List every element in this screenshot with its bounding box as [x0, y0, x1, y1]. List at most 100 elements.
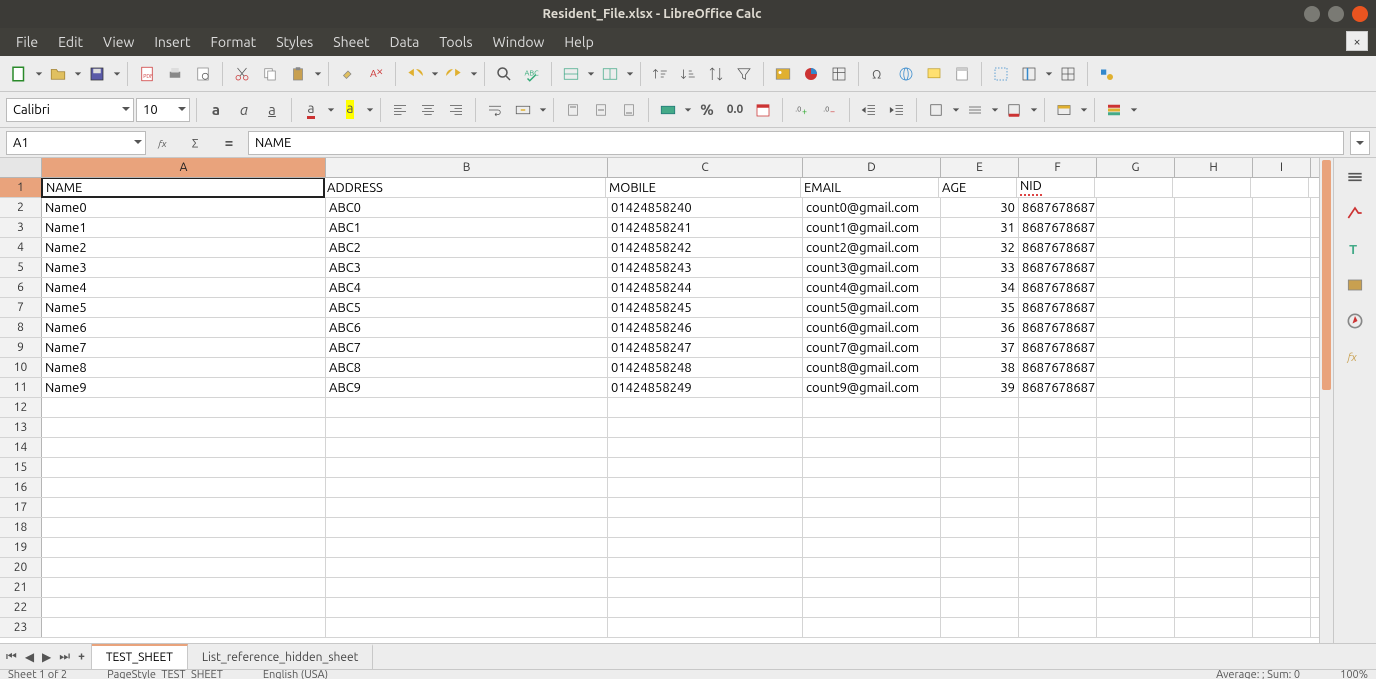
- cell[interactable]: [1253, 438, 1311, 457]
- align-left-button[interactable]: [387, 97, 413, 123]
- cell[interactable]: [803, 598, 941, 617]
- cell[interactable]: [1019, 398, 1097, 417]
- print-button[interactable]: [162, 61, 188, 87]
- cell[interactable]: 35: [941, 298, 1019, 317]
- cell[interactable]: 01424858242: [608, 238, 803, 257]
- align-right-button[interactable]: [443, 97, 469, 123]
- cell[interactable]: [1175, 238, 1253, 257]
- cell[interactable]: [1175, 618, 1253, 637]
- document-close-button[interactable]: ×: [1346, 31, 1368, 51]
- row-header[interactable]: 20: [0, 558, 42, 577]
- cell[interactable]: 86876786876878: [1019, 358, 1097, 377]
- number-button[interactable]: 0.0: [722, 97, 748, 123]
- open-dropdown[interactable]: [73, 70, 82, 78]
- cell[interactable]: [1097, 278, 1175, 297]
- cell[interactable]: [1019, 558, 1097, 577]
- cell[interactable]: 86876786876875: [1019, 298, 1097, 317]
- cell[interactable]: 01424858249: [608, 378, 803, 397]
- open-button[interactable]: [45, 61, 71, 87]
- cell[interactable]: [1253, 498, 1311, 517]
- special-char-button[interactable]: Ω: [865, 61, 891, 87]
- cell[interactable]: [1095, 178, 1173, 197]
- merge-dropdown[interactable]: [538, 106, 547, 114]
- cell[interactable]: ABC8: [326, 358, 608, 377]
- sort-button[interactable]: [703, 61, 729, 87]
- border-style-button[interactable]: [962, 97, 988, 123]
- column-header-F[interactable]: F: [1019, 158, 1097, 177]
- cell[interactable]: [42, 438, 326, 457]
- new-dropdown[interactable]: [34, 70, 43, 78]
- paste-dropdown[interactable]: [313, 70, 322, 78]
- freeze-button[interactable]: [1016, 61, 1042, 87]
- function-wizard-button[interactable]: fx: [152, 130, 178, 156]
- cell[interactable]: [941, 438, 1019, 457]
- cell[interactable]: [1253, 398, 1311, 417]
- cell[interactable]: [326, 538, 608, 557]
- row-header[interactable]: 13: [0, 418, 42, 437]
- cell[interactable]: [1097, 358, 1175, 377]
- cell[interactable]: count6@gmail.com: [803, 318, 941, 337]
- cell[interactable]: [1097, 578, 1175, 597]
- cell[interactable]: [608, 398, 803, 417]
- cell[interactable]: [608, 618, 803, 637]
- cell[interactable]: NID: [1017, 178, 1095, 197]
- cell[interactable]: count1@gmail.com: [803, 218, 941, 237]
- cell[interactable]: [326, 398, 608, 417]
- define-print-area-button[interactable]: [988, 61, 1014, 87]
- row-header[interactable]: 5: [0, 258, 42, 277]
- column-header-I[interactable]: I: [1253, 158, 1311, 177]
- cell[interactable]: [1175, 198, 1253, 217]
- cell[interactable]: [1253, 318, 1311, 337]
- cell[interactable]: 86876786876870: [1019, 198, 1097, 217]
- column-header-C[interactable]: C: [608, 158, 803, 177]
- font-color-button[interactable]: a: [298, 97, 324, 123]
- cell[interactable]: [1019, 578, 1097, 597]
- italic-button[interactable]: a: [231, 97, 257, 123]
- align-middle-button[interactable]: [588, 97, 614, 123]
- cell[interactable]: [1097, 338, 1175, 357]
- cell[interactable]: [1097, 318, 1175, 337]
- redo-button[interactable]: [441, 61, 467, 87]
- cell[interactable]: [1175, 258, 1253, 277]
- row-header[interactable]: 23: [0, 618, 42, 637]
- bold-button[interactable]: a: [203, 97, 229, 123]
- border-color-button[interactable]: [1001, 97, 1027, 123]
- sidebar-settings-icon[interactable]: [1342, 164, 1368, 190]
- cell[interactable]: [1097, 538, 1175, 557]
- cell[interactable]: [941, 618, 1019, 637]
- headers-footers-button[interactable]: [949, 61, 975, 87]
- cell[interactable]: [1019, 598, 1097, 617]
- cell[interactable]: [1097, 398, 1175, 417]
- cell[interactable]: [1097, 218, 1175, 237]
- row-header[interactable]: 8: [0, 318, 42, 337]
- cell[interactable]: [1253, 598, 1311, 617]
- find-button[interactable]: [491, 61, 517, 87]
- cell[interactable]: ABC3: [326, 258, 608, 277]
- column-dropdown[interactable]: [625, 70, 634, 78]
- chart-button[interactable]: [798, 61, 824, 87]
- cell[interactable]: [1253, 218, 1311, 237]
- cell[interactable]: [941, 558, 1019, 577]
- cell[interactable]: [42, 398, 326, 417]
- cell[interactable]: [1097, 598, 1175, 617]
- show-draw-functions-button[interactable]: [1094, 61, 1120, 87]
- cell[interactable]: [941, 518, 1019, 537]
- cell[interactable]: [1097, 618, 1175, 637]
- row-header[interactable]: 16: [0, 478, 42, 497]
- cell[interactable]: [1175, 418, 1253, 437]
- cell[interactable]: [1019, 618, 1097, 637]
- select-all-corner[interactable]: [0, 158, 42, 177]
- menu-edit[interactable]: Edit: [48, 30, 93, 54]
- cell[interactable]: Name5: [42, 298, 326, 317]
- tab-first-button[interactable]: ⏮: [4, 650, 19, 664]
- sheet-tab-other[interactable]: List_reference_hidden_sheet: [188, 644, 373, 669]
- cell[interactable]: [608, 438, 803, 457]
- row-header[interactable]: 14: [0, 438, 42, 457]
- cell[interactable]: [1175, 318, 1253, 337]
- cell[interactable]: [941, 418, 1019, 437]
- sidebar-navigator-icon[interactable]: [1342, 308, 1368, 334]
- cell[interactable]: 01424858243: [608, 258, 803, 277]
- conditional-button[interactable]: [1101, 97, 1127, 123]
- cell[interactable]: [1175, 378, 1253, 397]
- scrollbar-thumb[interactable]: [1322, 160, 1331, 390]
